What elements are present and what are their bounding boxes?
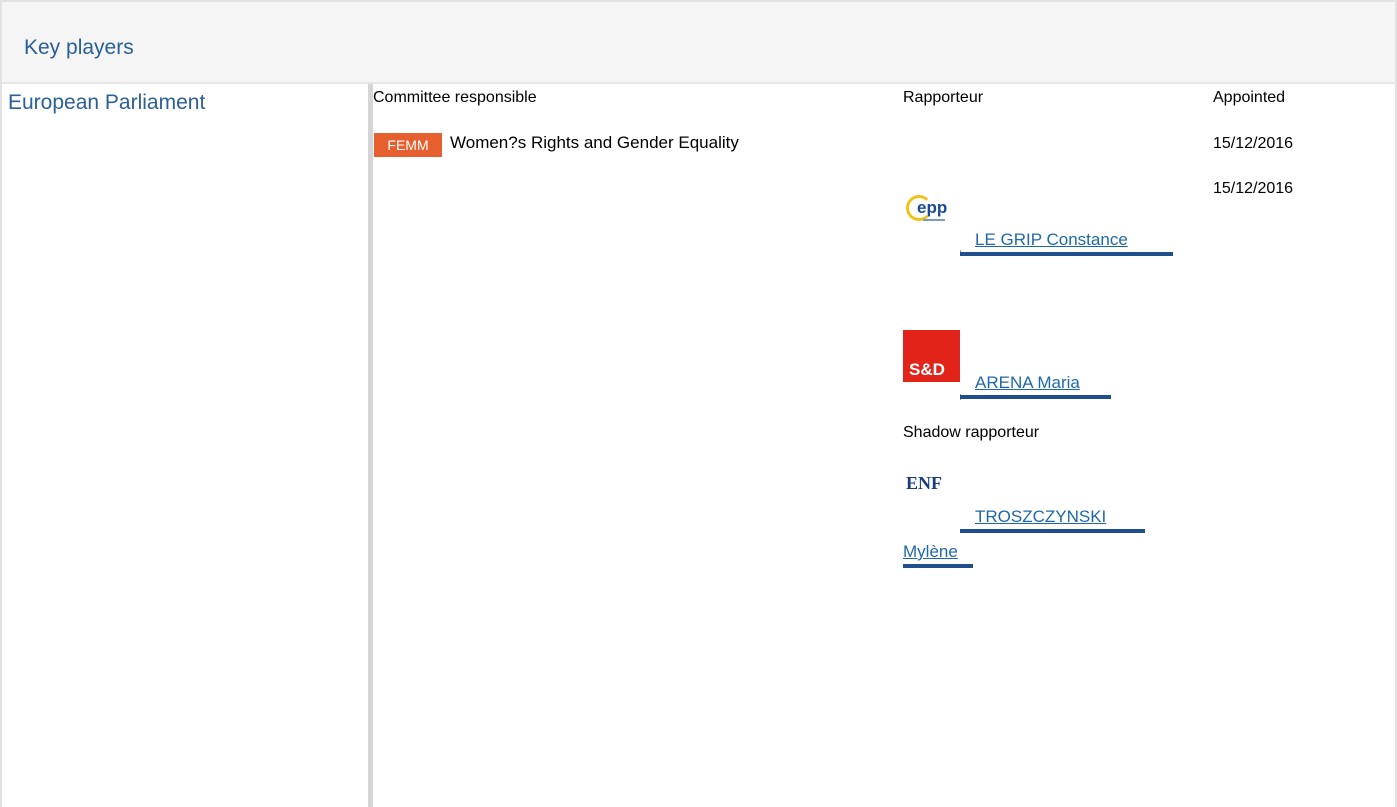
key-players-panel	[0, 0, 1397, 807]
institution-label: European Parliament	[8, 91, 206, 114]
rapporteur-link-le-grip[interactable]: LE GRIP Constance	[975, 230, 1128, 250]
shadow-underline	[960, 529, 1145, 533]
panel-header: Key players	[2, 2, 1395, 84]
column-divider	[368, 84, 373, 807]
rapporteur-underline	[960, 252, 1173, 256]
enf-logo-text: ENF	[906, 473, 942, 493]
epp-group-logo: epp	[903, 186, 963, 252]
appointed-column-header: Appointed	[1213, 89, 1286, 106]
committee-name: Women?s Rights and Gender Equality	[450, 133, 739, 152]
shadow-rapporteur-link-troszczynski[interactable]: TROSZCZYNSKI	[975, 507, 1106, 527]
shadow-rapporteur-label: Shadow rapporteur	[903, 424, 1040, 441]
panel-title: Key players	[24, 36, 134, 59]
shadow-rapporteur-link-mylene[interactable]: Mylène	[903, 542, 958, 562]
shadow-underline	[903, 564, 973, 568]
enf-group-logo: ENF	[903, 463, 961, 527]
appointed-date: 15/12/2016	[1213, 180, 1294, 197]
rapporteur-link-arena[interactable]: ARENA Maria	[975, 373, 1080, 393]
committee-code-badge: FEMM	[374, 133, 442, 157]
rapporteur-column-header: Rapporteur	[903, 89, 984, 106]
rapporteur-underline	[960, 395, 1111, 399]
epp-logo-text: epp	[917, 198, 948, 217]
committee-column-header: Committee responsible	[373, 89, 537, 106]
sd-logo-text: S&D	[909, 360, 945, 379]
appointed-date: 15/12/2016	[1213, 135, 1294, 152]
sd-group-logo: S&D	[903, 330, 960, 396]
